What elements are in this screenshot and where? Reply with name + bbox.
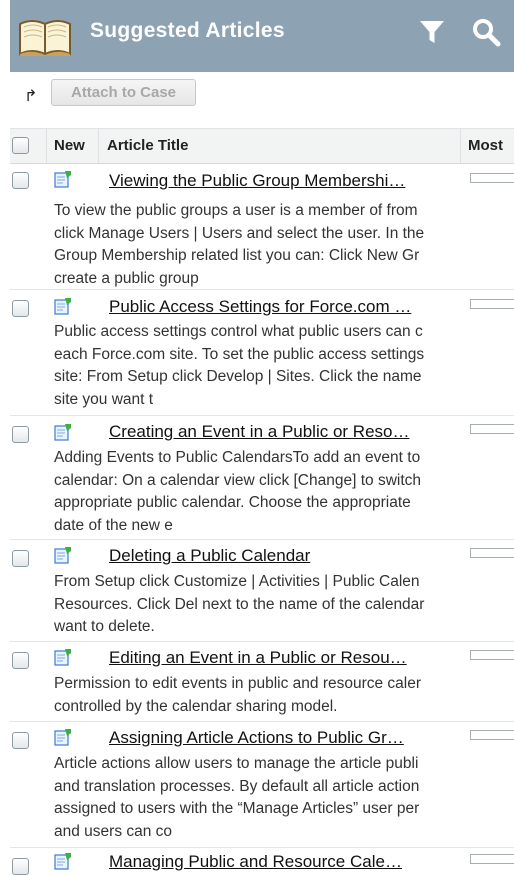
attach-to-case-button[interactable]: Attach to Case — [51, 79, 196, 106]
new-article-icon — [54, 424, 71, 441]
table-header: New Article Title Most — [10, 128, 514, 164]
select-all-checkbox[interactable] — [12, 137, 29, 154]
table-row: Creating an Event in a Public or Reso… A… — [10, 416, 514, 540]
article-title-link[interactable]: Creating an Event in a Public or Reso… — [109, 422, 410, 442]
new-article-icon — [54, 853, 71, 870]
table-row: Assigning Article Actions to Public Gr… … — [10, 722, 514, 848]
article-title-link[interactable]: Public Access Settings for Force.com … — [109, 297, 411, 317]
article-snippet: Article actions allow users to manage th… — [54, 755, 420, 840]
row-checkbox[interactable] — [12, 732, 29, 749]
column-divider — [460, 129, 461, 163]
book-icon — [19, 20, 71, 56]
article-title-link[interactable]: Viewing the Public Group Membershi… — [109, 171, 405, 191]
column-header-article-title[interactable]: Article Title — [107, 129, 188, 163]
table-row: Viewing the Public Group Membershi… To v… — [10, 164, 514, 290]
filter-icon[interactable] — [419, 19, 445, 45]
panel-header: Suggested Articles — [10, 0, 514, 72]
row-checkbox[interactable] — [12, 858, 29, 875]
relevance-bar — [470, 854, 514, 864]
new-article-icon — [54, 649, 71, 666]
relevance-bar — [470, 650, 514, 660]
relevance-bar — [470, 730, 514, 740]
new-article-icon — [54, 171, 71, 188]
header-title: Suggested Articles — [90, 19, 285, 42]
article-snippet: From Setup click Customize | Activities … — [54, 573, 425, 635]
article-snippet: Permission to edit events in public and … — [54, 675, 422, 715]
row-checkbox[interactable] — [12, 550, 29, 567]
article-snippet: Public access settings control what publ… — [54, 323, 425, 408]
new-article-icon — [54, 729, 71, 746]
turn-arrow-icon: ↱ — [24, 88, 38, 105]
search-icon[interactable] — [471, 17, 501, 47]
row-checkbox[interactable] — [12, 426, 29, 443]
row-checkbox[interactable] — [12, 172, 29, 189]
row-checkbox[interactable] — [12, 652, 29, 669]
table-row: Deleting a Public Calendar From Setup cl… — [10, 540, 514, 642]
relevance-bar — [470, 173, 514, 183]
article-title-link[interactable]: Assigning Article Actions to Public Gr… — [109, 728, 404, 748]
new-article-icon — [54, 547, 71, 564]
table-row: Managing Public and Resource Cale… — [10, 848, 514, 875]
article-snippet: To view the public groups a user is a me… — [54, 202, 425, 287]
article-snippet: Adding Events to Public CalendarsTo add … — [54, 449, 422, 534]
table-row: Editing an Event in a Public or Resou… P… — [10, 642, 514, 722]
row-checkbox[interactable] — [12, 300, 29, 317]
table-row: Public Access Settings for Force.com … P… — [10, 290, 514, 416]
relevance-bar — [470, 424, 514, 434]
column-header-new[interactable]: New — [54, 129, 85, 163]
relevance-bar — [470, 299, 514, 309]
column-divider — [46, 129, 47, 163]
article-title-link[interactable]: Editing an Event in a Public or Resou… — [109, 648, 407, 668]
article-title-link[interactable]: Deleting a Public Calendar — [109, 546, 310, 566]
column-header-most[interactable]: Most — [468, 129, 503, 163]
new-article-icon — [54, 298, 71, 315]
column-divider — [98, 129, 99, 163]
article-title-link[interactable]: Managing Public and Resource Cale… — [109, 852, 402, 872]
relevance-bar — [470, 548, 514, 558]
